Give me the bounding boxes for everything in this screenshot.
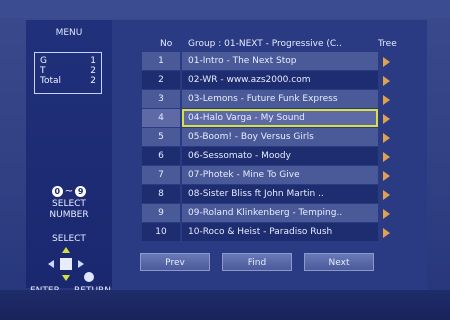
menu-title: MENU [55, 28, 83, 38]
stat-value: 1 [90, 56, 96, 66]
nine-key-icon: 9 [75, 186, 87, 197]
track-row[interactable]: 1 01-Intro - The Next Stop [142, 52, 378, 71]
track-number: 7 [142, 166, 180, 184]
track-row[interactable]: 6 06-Sessomato - Moody [142, 147, 378, 166]
track-title: 02-WR - www.azs2000.com [182, 71, 378, 89]
track-row[interactable]: 8 08-Sister Bliss ft John Martin .. [142, 185, 378, 204]
left-panel: MENU G 1 T 2 Total 2 0 ~ 9 SELECT NUMBER… [26, 20, 112, 296]
track-row[interactable]: 3 03-Lemons - Future Funk Express [142, 90, 378, 109]
pager-buttons: Prev Find Next [140, 253, 390, 273]
list-header: No Group : 01-NEXT - Progressive (C.. Tr… [112, 20, 427, 49]
track-number: 1 [142, 52, 180, 70]
stat-label: G [40, 56, 47, 66]
track-title: 05-Boom! - Boy Versus Girls [182, 128, 378, 146]
track-number: 9 [142, 204, 180, 222]
tree-expand-icon[interactable] [379, 71, 393, 90]
select-label: SELECT [52, 234, 86, 244]
next-button[interactable]: Next [304, 253, 374, 271]
track-number: 8 [142, 185, 180, 203]
tree-expand-icon[interactable] [379, 147, 393, 166]
track-number: 2 [142, 71, 180, 89]
tree-expand-icon[interactable] [379, 185, 393, 204]
stat-value: 2 [90, 76, 96, 86]
select-number-line2: NUMBER [49, 210, 89, 220]
tree-expand-icon[interactable] [379, 166, 393, 185]
track-row[interactable]: 9 09-Roland Klinkenberg - Temping.. [142, 204, 378, 223]
track-list-panel: No Group : 01-NEXT - Progressive (C.. Tr… [112, 20, 427, 290]
track-title: 08-Sister Bliss ft John Martin .. [182, 185, 378, 203]
track-title: 07-Photek - Mine To Give [182, 166, 378, 184]
tree-expand-icon[interactable] [379, 128, 393, 147]
zero-key-icon: 0 [51, 186, 63, 197]
track-number: 10 [142, 223, 180, 241]
select-number-line1: SELECT [52, 199, 86, 209]
track-row[interactable]: 10 10-Roco & Heist - Paradiso Rush [142, 223, 378, 242]
tree-expand-icon[interactable] [379, 204, 393, 223]
track-list: 1 01-Intro - The Next Stop 2 02-WR - www… [142, 52, 378, 242]
bottom-frame [0, 290, 450, 320]
stat-row-tracks: T 2 [40, 66, 96, 76]
return-button-icon [84, 272, 94, 282]
column-header-no: No [160, 39, 173, 49]
track-row-selected[interactable]: 4 04-Halo Varga - My Sound [142, 109, 378, 128]
top-frame [0, 0, 450, 18]
tree-expand-icon[interactable] [379, 223, 393, 242]
stat-row-total: Total 2 [40, 76, 96, 86]
stat-label: T [40, 66, 46, 76]
dpad-icon [48, 247, 84, 281]
stat-label: Total [40, 76, 62, 86]
stat-value: 2 [90, 66, 96, 76]
track-number: 3 [142, 90, 180, 108]
track-number: 4 [142, 109, 180, 127]
stats-box: G 1 T 2 Total 2 [34, 52, 102, 94]
range-tilde: ~ [64, 186, 74, 197]
track-title: 10-Roco & Heist - Paradiso Rush [182, 223, 378, 241]
track-title: 01-Intro - The Next Stop [182, 52, 378, 70]
track-row[interactable]: 5 05-Boom! - Boy Versus Girls [142, 128, 378, 147]
track-title: 04-Halo Varga - My Sound [182, 109, 378, 127]
track-row[interactable]: 2 02-WR - www.azs2000.com [142, 71, 378, 90]
stat-row-groups: G 1 [40, 56, 96, 66]
tree-expand-icon[interactable] [379, 109, 393, 128]
tree-expand-icon[interactable] [379, 90, 393, 109]
column-header-group: Group : 01-NEXT - Progressive (C.. [188, 39, 342, 49]
select-number-hint: 0 ~ 9 SELECT NUMBER [26, 186, 112, 221]
track-number: 6 [142, 147, 180, 165]
track-row[interactable]: 7 07-Photek - Mine To Give [142, 166, 378, 185]
track-number: 5 [142, 128, 180, 146]
track-title: 06-Sessomato - Moody [182, 147, 378, 165]
find-button[interactable]: Find [222, 253, 292, 271]
track-title: 09-Roland Klinkenberg - Temping.. [182, 204, 378, 222]
tree-expand-icon[interactable] [379, 52, 393, 71]
track-title: 03-Lemons - Future Funk Express [182, 90, 378, 108]
tree-column [379, 52, 393, 242]
column-header-tree: Tree [378, 39, 397, 49]
prev-button[interactable]: Prev [140, 253, 210, 271]
